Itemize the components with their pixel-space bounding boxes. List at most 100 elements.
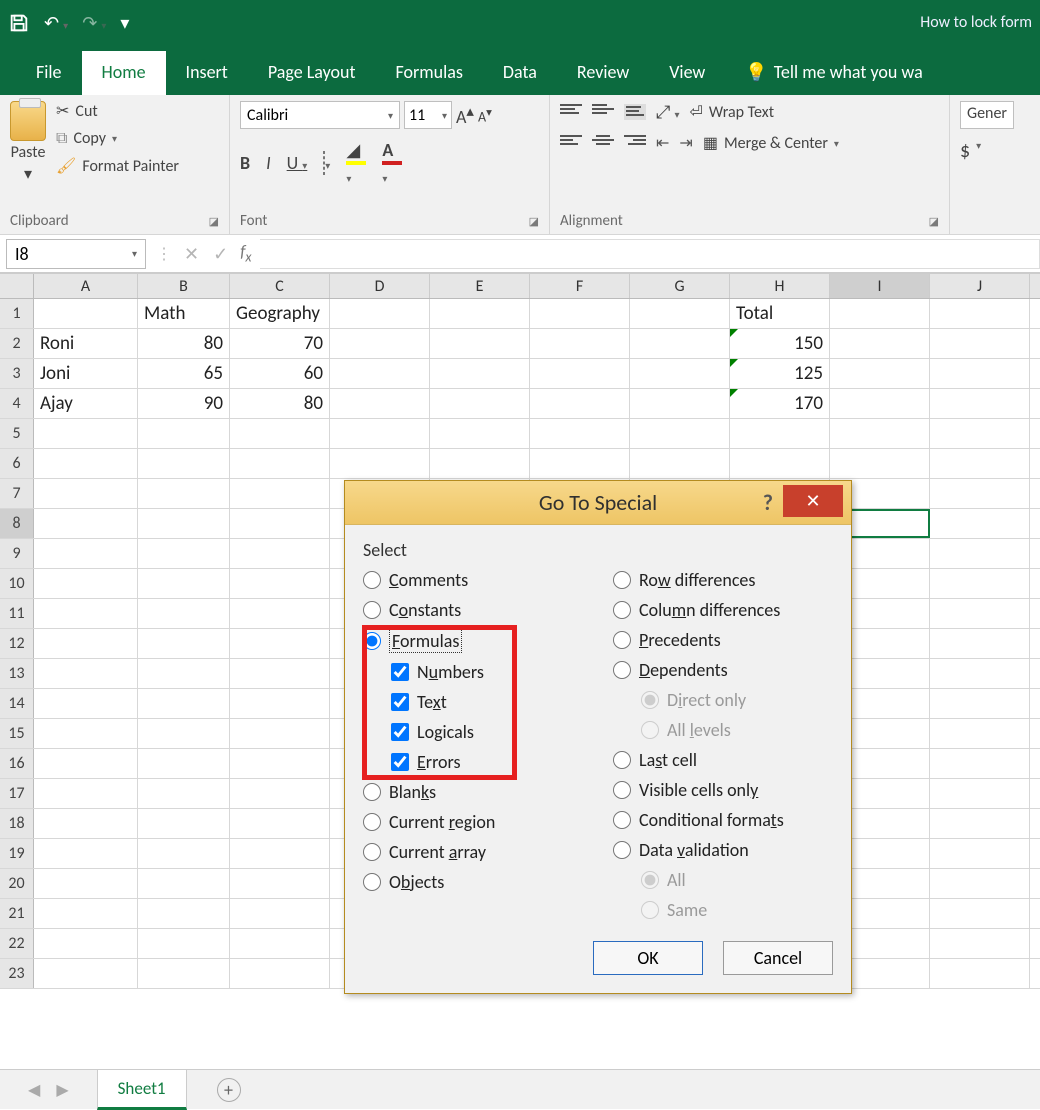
cell[interactable] [230, 719, 330, 748]
next-sheet-icon[interactable]: ▶ [48, 1080, 76, 1100]
cell[interactable] [430, 419, 530, 448]
cancel-button[interactable]: Cancel [723, 941, 833, 975]
cell[interactable] [730, 419, 830, 448]
merge-center-button[interactable]: ▦Merge & Center ▾ [703, 133, 839, 153]
align-left-icon[interactable] [560, 135, 582, 151]
save-icon[interactable] [8, 12, 30, 34]
cell[interactable] [930, 839, 1030, 868]
cell[interactable] [930, 329, 1030, 358]
cell[interactable] [630, 389, 730, 418]
number-format-combo[interactable]: Gener [960, 101, 1014, 129]
cell[interactable] [230, 599, 330, 628]
decrease-indent-icon[interactable]: ⇤ [656, 133, 669, 153]
cell[interactable] [930, 509, 1030, 538]
cell[interactable] [138, 599, 230, 628]
cell[interactable] [34, 449, 138, 478]
opt-visible[interactable]: Visible cells only [613, 779, 833, 801]
cell[interactable] [138, 959, 230, 988]
col-header-C[interactable]: C [230, 274, 330, 298]
font-size-combo[interactable]: 11▾ [404, 101, 452, 129]
cell[interactable] [930, 359, 1030, 388]
row-header[interactable]: 14 [0, 689, 34, 718]
cell[interactable] [930, 479, 1030, 508]
copy-button[interactable]: ⧉Copy ▾ [56, 129, 179, 148]
dialog-title-bar[interactable]: Go To Special ? ✕ [345, 481, 851, 525]
chk-logicals[interactable]: Logicals [391, 721, 583, 743]
cell[interactable] [230, 779, 330, 808]
cell[interactable] [930, 449, 1030, 478]
grow-font-icon[interactable]: A▴ [456, 102, 474, 128]
opt-current-region[interactable]: Current region [363, 811, 583, 833]
align-center-icon[interactable] [592, 135, 614, 151]
row-header[interactable]: 22 [0, 929, 34, 958]
opt-current-array[interactable]: Current array [363, 841, 583, 863]
cell[interactable] [230, 869, 330, 898]
cell[interactable] [430, 329, 530, 358]
cell[interactable] [230, 749, 330, 778]
help-icon[interactable]: ? [763, 489, 773, 516]
cell[interactable] [230, 809, 330, 838]
cell[interactable] [930, 389, 1030, 418]
opt-comments[interactable]: CCommentsomments [363, 569, 583, 591]
cell[interactable] [230, 479, 330, 508]
shrink-font-icon[interactable]: A▾ [478, 105, 492, 126]
cell[interactable] [830, 329, 930, 358]
cell[interactable] [530, 389, 630, 418]
cell[interactable] [330, 299, 430, 328]
qat-customize[interactable]: ▾ [120, 12, 129, 34]
cell[interactable] [830, 299, 930, 328]
cell[interactable] [138, 929, 230, 958]
cell[interactable] [138, 779, 230, 808]
align-middle-icon[interactable] [592, 104, 614, 120]
cell[interactable] [930, 299, 1030, 328]
col-header-J[interactable]: J [930, 274, 1030, 298]
row-header[interactable]: 5 [0, 419, 34, 448]
cell[interactable]: 170 [730, 389, 830, 418]
cell[interactable]: 65 [138, 359, 230, 388]
cell[interactable]: 80 [230, 389, 330, 418]
cell[interactable]: Math [138, 299, 230, 328]
cell[interactable] [930, 539, 1030, 568]
row-header[interactable]: 20 [0, 869, 34, 898]
font-color-button[interactable]: A ▾ [382, 139, 402, 187]
cell[interactable] [34, 689, 138, 718]
cell[interactable] [530, 329, 630, 358]
row-header[interactable]: 7 [0, 479, 34, 508]
chk-numbers[interactable]: Numbers [391, 661, 583, 683]
cell[interactable] [138, 449, 230, 478]
cell[interactable] [230, 659, 330, 688]
cell[interactable] [530, 299, 630, 328]
cell[interactable] [138, 629, 230, 658]
cell[interactable] [430, 449, 530, 478]
dialog-launcher-icon[interactable]: ◪ [929, 215, 939, 228]
cell[interactable] [34, 479, 138, 508]
cell[interactable] [930, 869, 1030, 898]
opt-formulas[interactable]: Formulas [363, 629, 583, 653]
tab-home[interactable]: Home [82, 51, 166, 95]
cell[interactable] [930, 899, 1030, 928]
cell[interactable]: 125 [730, 359, 830, 388]
fill-color-button[interactable]: ◢ ▾ [346, 139, 366, 187]
opt-cond-fmt[interactable]: Conditional formats [613, 809, 833, 831]
column-headers[interactable]: ABCDEFGHIJ [0, 273, 1040, 299]
cell[interactable] [34, 599, 138, 628]
opt-dependents[interactable]: Dependents [613, 659, 833, 681]
cell[interactable] [138, 719, 230, 748]
align-right-icon[interactable] [624, 135, 646, 151]
cell[interactable] [34, 839, 138, 868]
opt-row-diff[interactable]: Row differences [613, 569, 833, 591]
cell[interactable] [930, 959, 1030, 988]
cut-button[interactable]: ✂Cut [56, 101, 179, 121]
row-header[interactable]: 15 [0, 719, 34, 748]
prev-sheet-icon[interactable]: ◀ [20, 1080, 48, 1100]
cell[interactable] [230, 899, 330, 928]
dialog-launcher-icon[interactable]: ◪ [529, 215, 539, 228]
accounting-format-button[interactable]: $ [960, 139, 970, 163]
opt-objects[interactable]: Objects [363, 871, 583, 893]
cell[interactable]: 80 [138, 329, 230, 358]
cell[interactable] [630, 449, 730, 478]
add-sheet-button[interactable]: + [217, 1078, 241, 1102]
cell[interactable] [230, 839, 330, 868]
font-name-combo[interactable]: Calibri▾ [240, 101, 400, 129]
redo-icon[interactable]: ↷ ▾ [82, 12, 106, 34]
